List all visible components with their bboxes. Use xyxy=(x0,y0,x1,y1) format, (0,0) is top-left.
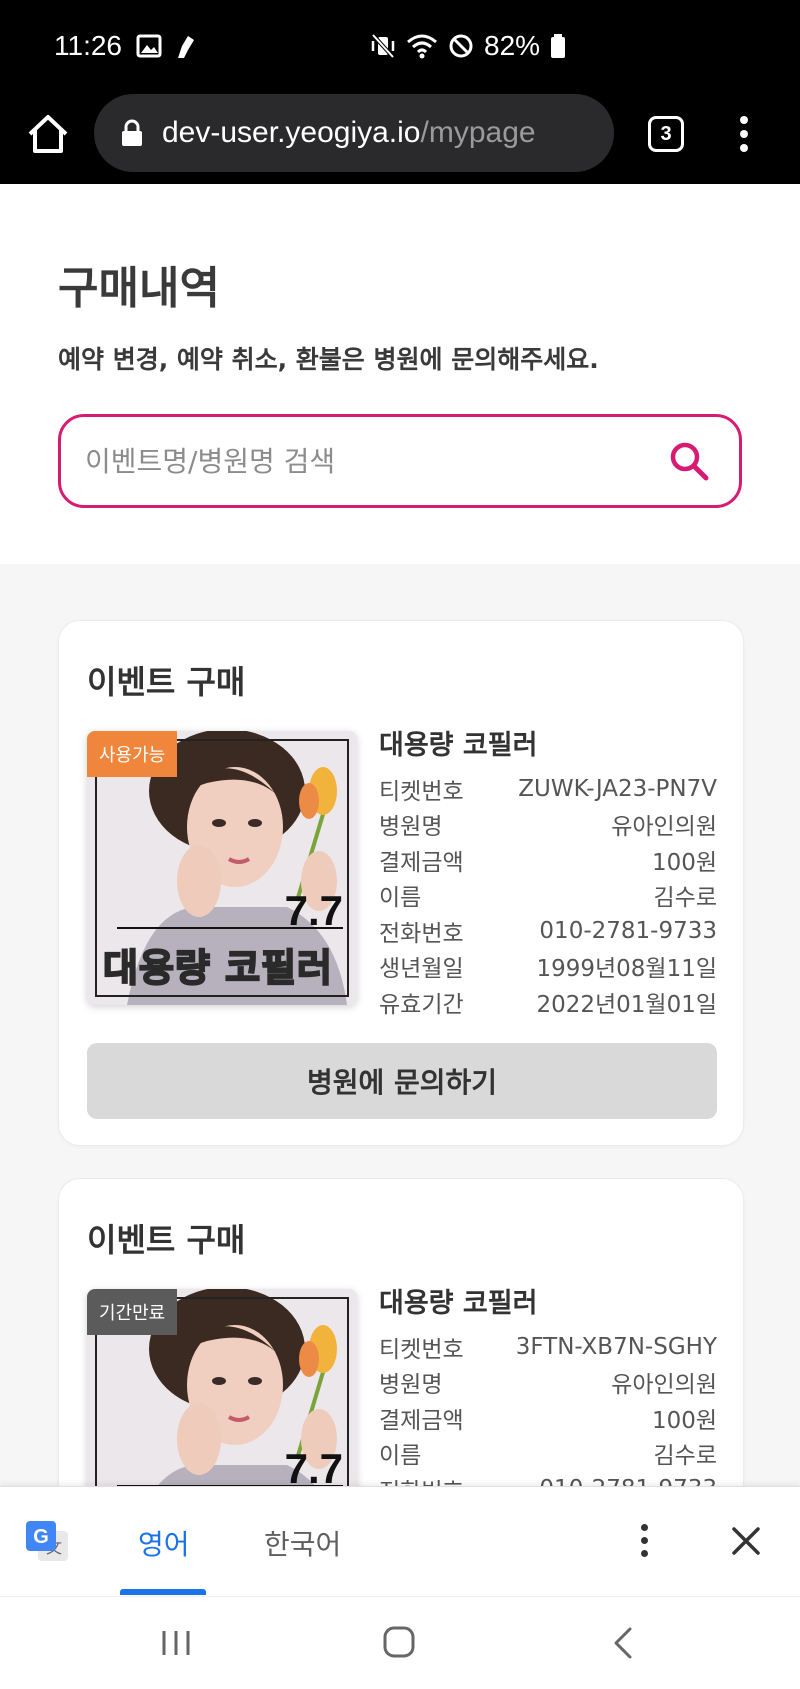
info-row-name: 이름 김수로 xyxy=(379,885,717,912)
language-option-english[interactable]: 영어 xyxy=(138,1523,190,1563)
status-indicators: 82% xyxy=(370,30,566,62)
home-icon[interactable] xyxy=(24,110,72,158)
info-row-ticket: 티켓번호 3FTN-XB7N-SGHY xyxy=(379,1333,717,1363)
close-icon[interactable] xyxy=(728,1523,764,1559)
battery-percent: 82% xyxy=(484,30,541,61)
vibrate-mute-icon xyxy=(371,33,395,59)
svg-text:G: G xyxy=(33,1526,49,1548)
translate-bar: 文 G 영어 한국어 xyxy=(0,1486,800,1596)
product-name: 대용량 코필러 xyxy=(379,730,538,761)
search-box[interactable] xyxy=(58,414,742,508)
product-name: 대용량 코필러 xyxy=(379,1288,538,1319)
page-subtitle: 예약 변경, 예약 취소, 환불은 병원에 문의해주세요. xyxy=(58,345,599,374)
url-path: /mypage xyxy=(420,116,536,149)
info-row-ticket: 티켓번호 ZUWK-JA23-PN7V xyxy=(379,775,717,805)
purchase-card: 이벤트 구매 7.7 대용량 코필러 사용가능 대용량 코필러 티켓번호 ZUWK… xyxy=(58,620,744,1146)
info-row-expiry: 유효기간 2022년01월01일 xyxy=(379,991,717,1018)
wifi-icon xyxy=(407,34,437,59)
card-section-title: 이벤트 구매 xyxy=(87,1221,246,1259)
status-bar: 11:26 82% xyxy=(0,0,800,92)
search-icon[interactable] xyxy=(667,439,711,483)
info-row-hospital: 병원명 유아인의원 xyxy=(379,814,717,841)
info-row-amount: 결제금액 100원 xyxy=(379,1407,717,1434)
language-option-korean[interactable]: 한국어 xyxy=(264,1523,341,1563)
contact-hospital-button[interactable]: 병원에 문의하기 xyxy=(87,1043,717,1119)
selected-language-indicator xyxy=(120,1589,206,1595)
status-badge: 사용가능 xyxy=(87,731,178,777)
url-text: dev-user.yeogiya.io/mypage xyxy=(162,116,536,150)
purchase-info: 대용량 코필러 티켓번호 ZUWK-JA23-PN7V 병원명 유아인의원 결제금액… xyxy=(379,723,717,1020)
browser-toolbar: dev-user.yeogiya.io/mypage 3 xyxy=(0,92,800,184)
search-input[interactable] xyxy=(85,444,667,478)
url-host: dev-user.yeogiya.io xyxy=(162,116,421,149)
gallery-notification-icon xyxy=(136,34,162,58)
translate-menu-icon[interactable] xyxy=(636,1521,652,1565)
tab-switcher-button[interactable]: 3 xyxy=(648,116,684,152)
home-nav-icon[interactable] xyxy=(382,1625,416,1659)
system-navigation-bar xyxy=(0,1596,800,1689)
product-thumbnail: 7.7 대용량 코필러 사용가능 xyxy=(87,731,357,1005)
thumbnail-divider xyxy=(117,927,343,929)
thumbnail-caption: 대용량 코필러 xyxy=(102,945,333,991)
battery-icon xyxy=(551,34,566,58)
do-not-disturb-icon xyxy=(449,34,473,58)
address-bar[interactable]: dev-user.yeogiya.io/mypage xyxy=(94,94,614,172)
google-translate-icon: 文 G xyxy=(26,1521,68,1561)
info-row-phone: 전화번호010-2781-9733 xyxy=(379,917,717,947)
info-row-hospital: 병원명 유아인의원 xyxy=(379,1372,717,1399)
info-row-amount: 결제금액 100원 xyxy=(379,849,717,876)
status-time: 11:26 xyxy=(54,30,122,61)
app-notification-icon xyxy=(178,36,194,58)
info-row-birthdate: 생년월일 1999년08월11일 xyxy=(379,956,717,983)
recent-apps-icon[interactable] xyxy=(158,1629,194,1657)
status-badge: 기간만료 xyxy=(87,1289,178,1335)
lock-icon xyxy=(122,119,142,146)
info-row-name: 이름 김수로 xyxy=(379,1443,717,1470)
page-title: 구매내역 xyxy=(58,263,220,314)
back-icon[interactable] xyxy=(610,1625,636,1661)
header-section: 구매내역 예약 변경, 예약 취소, 환불은 병원에 문의해주세요. xyxy=(0,184,800,564)
purchase-info: 대용량 코필러 티켓번호 3FTN-XB7N-SGHY 병원명 유아인의원 결제금액… xyxy=(379,1281,717,1507)
browser-menu-icon[interactable] xyxy=(732,112,756,156)
card-section-title: 이벤트 구매 xyxy=(87,663,246,701)
